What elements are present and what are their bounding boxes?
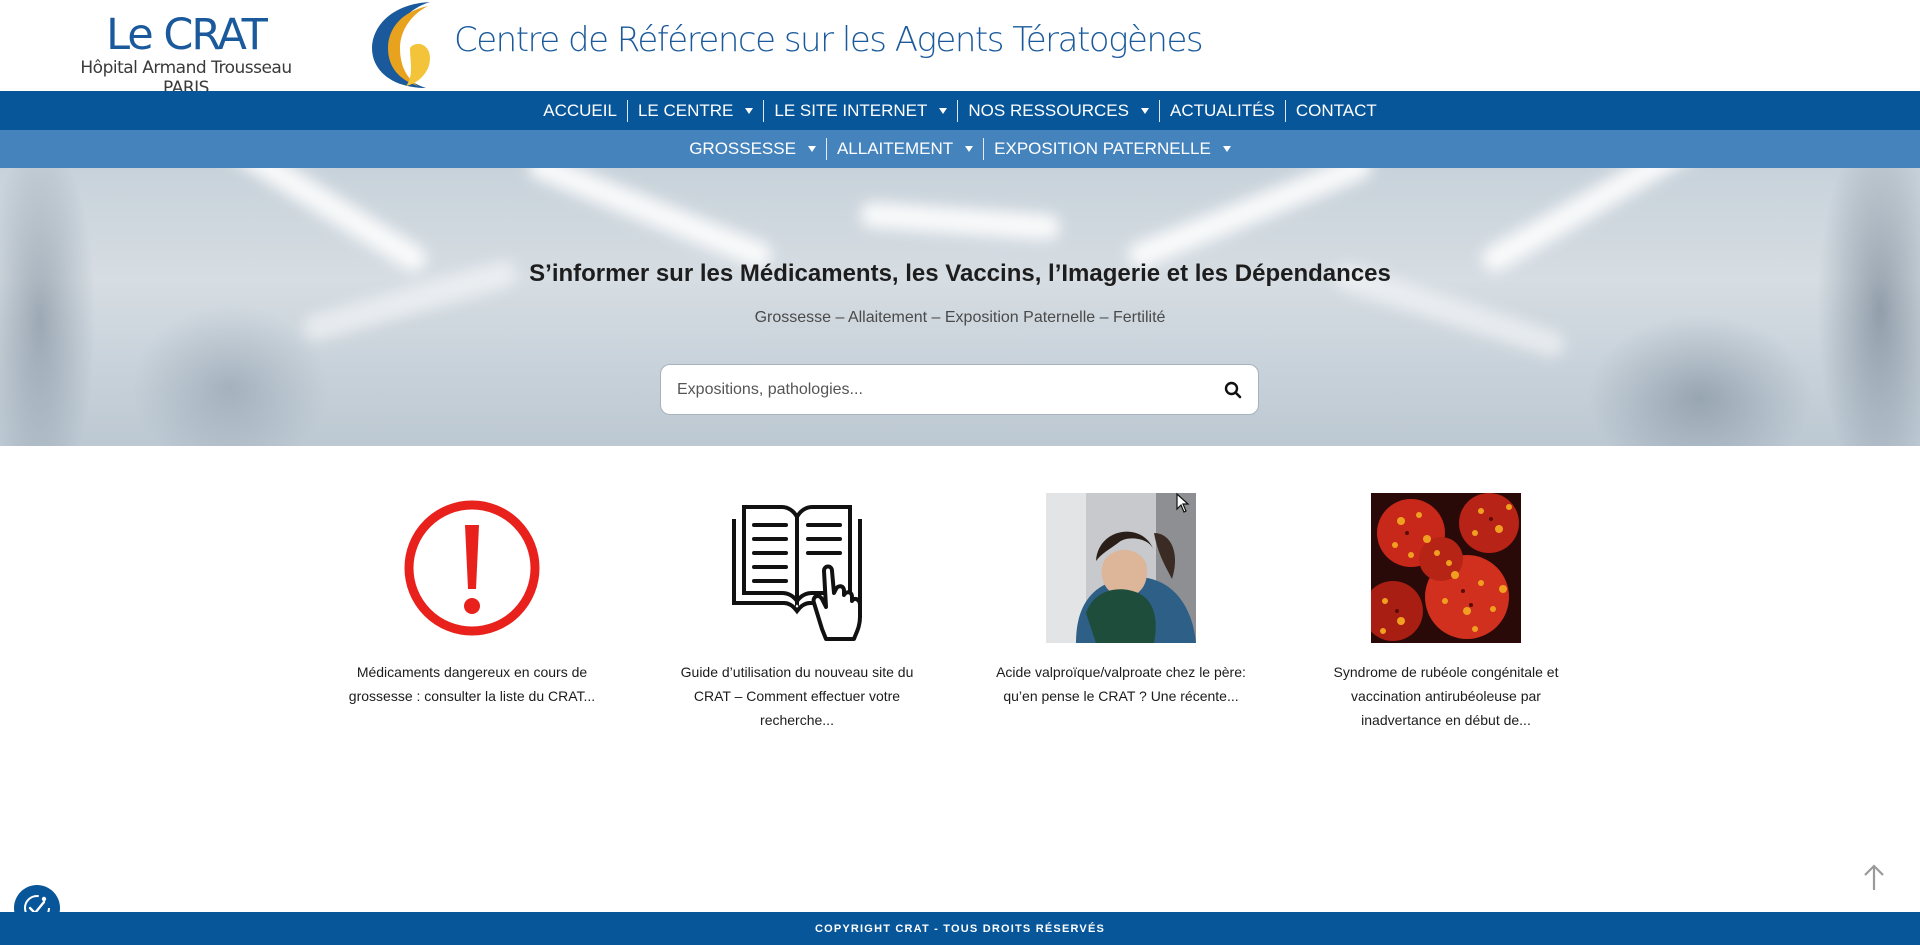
card-title[interactable]: Syndrome de rubéole congénitale et vacci… (1316, 660, 1576, 732)
site-footer: COPYRIGHT CRAT - TOUS DROITS RÉSERVÉS (0, 912, 1920, 945)
nav-item-le-centre[interactable]: LE CENTRE (626, 99, 763, 122)
news-card[interactable]: Syndrome de rubéole congénitale et vacci… (1316, 493, 1576, 732)
card-image[interactable] (397, 493, 547, 643)
open-book-hand-icon (732, 505, 862, 641)
ceiling-light (859, 201, 1061, 241)
caret-down-icon (965, 146, 974, 152)
card-image[interactable] (1363, 493, 1521, 643)
news-card[interactable]: Médicaments dangereux en cours de grosse… (342, 493, 602, 708)
site-title: Centre de Référence sur les Agents Térat… (454, 20, 1204, 60)
card-image[interactable] (722, 493, 872, 643)
crat-logo-icon[interactable] (370, 0, 436, 90)
nav-label: EXPOSITION PATERNELLE (994, 139, 1211, 158)
nav-label: ACCUEIL (543, 100, 617, 120)
virus-photo (1363, 493, 1521, 643)
primary-navigation: ACCUEIL LE CENTRE LE SITE INTERNET NOS R… (0, 91, 1920, 130)
nav-item-le-site-internet[interactable]: LE SITE INTERNET (763, 99, 957, 122)
nav-label: CONTACT (1295, 100, 1377, 120)
search-icon (1224, 381, 1242, 398)
site-header: Le CRAT Hôpital Armand Trousseau PARIS C… (0, 0, 1920, 98)
brand-block[interactable]: Le CRAT Hôpital Armand Trousseau PARIS (66, 10, 306, 98)
warning-exclamation-icon (404, 500, 540, 636)
nav-item-grossesse[interactable]: GROSSESSE (679, 138, 826, 160)
caret-down-icon (807, 146, 816, 152)
hero-subtitle: Grossesse – Allaitement – Exposition Pat… (754, 309, 1166, 326)
father-child-photo (1046, 493, 1196, 643)
news-card[interactable]: Acide valproïque/valproate chez le père:… (991, 493, 1251, 708)
nav-label: NOS RESSOURCES (968, 100, 1129, 120)
hero-title: S’informer sur les Médicaments, les Vacc… (529, 260, 1391, 287)
copyright-text: COPYRIGHT CRAT - TOUS DROITS RÉSERVÉS (814, 922, 1106, 935)
nav-item-actualites[interactable]: ACTUALITÉS (1158, 99, 1285, 122)
search-button[interactable] (1208, 365, 1258, 414)
card-title[interactable]: Guide d’utilisation du nouveau site du C… (667, 660, 927, 732)
caret-down-icon (745, 107, 754, 114)
back-to-top-button[interactable] (1860, 862, 1888, 892)
news-card[interactable]: Guide d’utilisation du nouveau site du C… (667, 493, 927, 732)
hero-banner: S’informer sur les Médicaments, les Vacc… (0, 168, 1920, 446)
ceiling-light (524, 168, 776, 272)
nav-item-contact[interactable]: CONTACT (1284, 99, 1387, 122)
nav-label: LE CENTRE (637, 100, 734, 120)
search-input[interactable] (661, 365, 1208, 414)
mouse-cursor-icon (1176, 493, 1190, 513)
caret-down-icon (939, 107, 948, 114)
brand-name: Le CRAT (106, 10, 268, 60)
nav-item-allaitement[interactable]: ALLAITEMENT (825, 138, 983, 160)
card-image[interactable] (1046, 493, 1196, 643)
card-title[interactable]: Acide valproïque/valproate chez le père:… (991, 660, 1251, 708)
arrow-up-icon (1864, 864, 1884, 890)
search-bar (660, 364, 1259, 415)
nav-label: ALLAITEMENT (836, 139, 954, 158)
nav-label: ACTUALITÉS (1169, 100, 1275, 120)
caret-down-icon (1140, 107, 1149, 114)
ceiling-light (1124, 168, 1376, 272)
nav-label: GROSSESSE (689, 139, 796, 158)
nav-item-accueil[interactable]: ACCUEIL (533, 100, 627, 122)
card-title[interactable]: Médicaments dangereux en cours de grosse… (342, 660, 602, 708)
nav-item-nos-ressources[interactable]: NOS RESSOURCES (957, 99, 1159, 122)
caret-down-icon (1222, 146, 1231, 152)
secondary-navigation: GROSSESSE ALLAITEMENT EXPOSITION PATERNE… (0, 130, 1920, 168)
nav-item-exposition-paternelle[interactable]: EXPOSITION PATERNELLE (983, 138, 1241, 160)
nav-label: LE SITE INTERNET (774, 100, 928, 120)
